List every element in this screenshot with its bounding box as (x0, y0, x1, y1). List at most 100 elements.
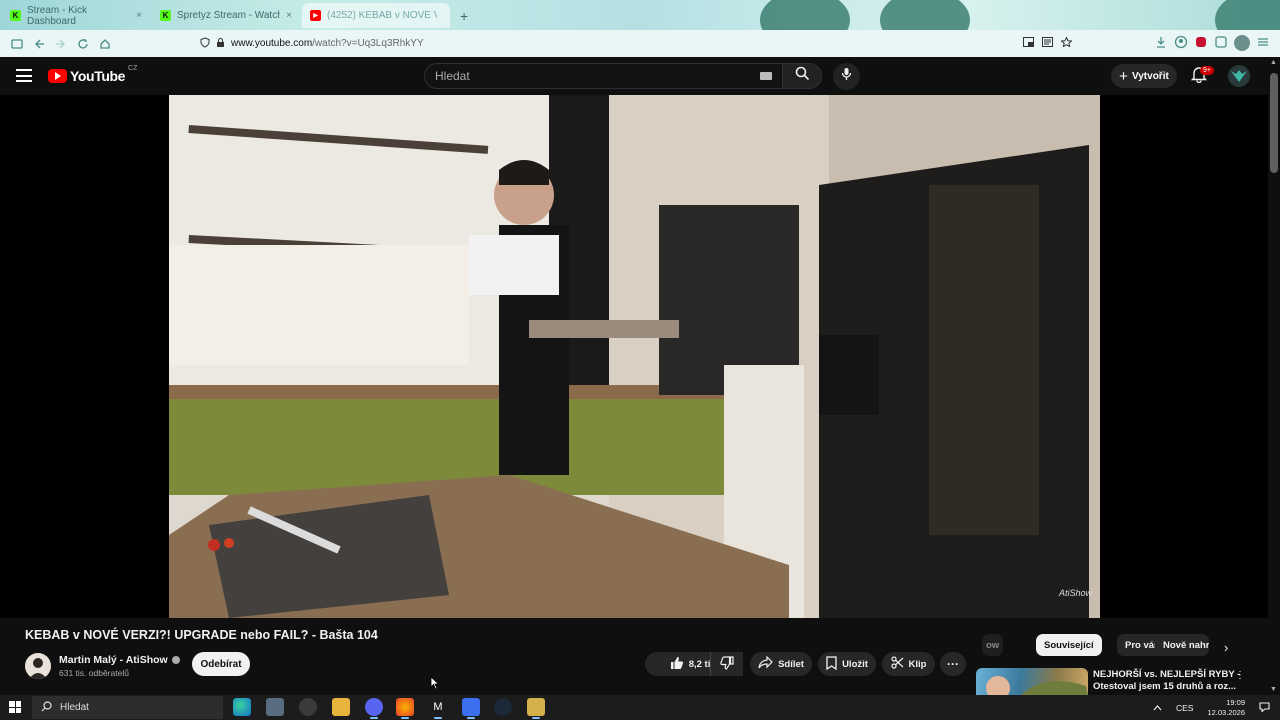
firefox-icon[interactable] (396, 698, 414, 719)
home-icon[interactable] (94, 33, 116, 55)
dislike-button[interactable] (710, 652, 743, 676)
tab-label: Spretyz Stream - Watch Live (177, 10, 281, 21)
verified-badge-icon (171, 656, 180, 664)
subscribe-button[interactable]: Odebírat (192, 652, 250, 676)
more-actions-button[interactable]: ··· (940, 652, 966, 676)
chip-partial[interactable]: ow (982, 634, 1004, 656)
chevron-up-icon[interactable] (1153, 703, 1162, 713)
chevron-right-icon[interactable]: › (1224, 640, 1228, 655)
save-button[interactable]: Uložit (818, 652, 876, 676)
new-tab-button[interactable]: + (452, 3, 476, 28)
taskbar-search-input[interactable]: Hledat (32, 696, 223, 719)
search-button[interactable] (782, 63, 822, 89)
clock-time: 19:09 (1226, 697, 1245, 707)
edge-icon[interactable] (233, 698, 251, 716)
related-video-item[interactable]: NEJHORŠÍ vs. NEJLEPŠÍ RYBY - Otestoval j… (976, 668, 1268, 695)
subscriber-count: 631 tis. odběratelů (59, 668, 129, 678)
more-vertical-icon[interactable]: ⋮ (1235, 670, 1245, 681)
scrollbar-thumb[interactable] (1270, 73, 1278, 173)
notes-icon[interactable] (527, 698, 545, 719)
menu-icon[interactable] (1256, 35, 1270, 54)
clip-label: Klip (908, 658, 927, 670)
obs-icon[interactable] (299, 698, 317, 716)
youtube-logo[interactable]: YouTube CZ (48, 65, 138, 84)
share-button[interactable]: Sdílet (750, 652, 812, 676)
theme-decoration (880, 0, 970, 30)
more-horizontal-icon: ··· (947, 657, 959, 671)
folder-icon[interactable] (332, 698, 350, 716)
extension-icon[interactable] (1214, 35, 1228, 54)
tab-label: Stream - Kick Dashboard (27, 4, 88, 27)
address-bar[interactable]: www.youtube.com /watch?v=Uq3Lq3RhkYY (200, 33, 1080, 54)
scissors-icon (890, 656, 904, 672)
url-host: www.youtube.com (231, 38, 313, 49)
language-indicator[interactable]: CES (1176, 703, 1193, 713)
related-filter-chips: ow Související Pro vás Nově nahr (982, 633, 1242, 657)
reload-icon[interactable] (72, 33, 94, 55)
search-input[interactable]: Hledat (424, 63, 782, 89)
kitchen-scene (169, 95, 1100, 618)
app-m-icon[interactable]: M (429, 698, 447, 719)
microphone-icon (841, 67, 852, 86)
discord-icon[interactable] (365, 698, 383, 719)
browser-tab-bar: K Stream - Kick Dashboard × K Spretyz St… (0, 0, 1280, 30)
search-icon (795, 66, 810, 86)
country-code: CZ (128, 65, 138, 72)
tab-label: (4252) KEBAB v NOVÉ VERZ (327, 10, 437, 21)
user-avatar[interactable] (1228, 65, 1250, 87)
scroll-up-icon[interactable]: ▲ (1270, 59, 1277, 66)
create-label: Vytvořit (1131, 70, 1169, 82)
share-label: Sdílet (778, 658, 804, 670)
channel-owner: Martin Malý - AtiShow 631 tis. odběratel… (25, 651, 180, 681)
bookmark-icon (826, 655, 837, 673)
profile-avatar[interactable] (1234, 35, 1250, 51)
picture-in-picture-icon[interactable] (1023, 37, 1034, 50)
channel-avatar[interactable] (25, 653, 51, 679)
back-icon[interactable] (28, 33, 50, 55)
tab-kick-dashboard[interactable]: K Stream - Kick Dashboard × (2, 3, 150, 28)
close-icon[interactable]: × (136, 10, 142, 21)
windows-taskbar: Hledat M CES 19:09 12.03.2026 (0, 695, 1280, 720)
video-thumbnail[interactable] (976, 668, 1088, 695)
search-placeholder: Hledat (435, 69, 470, 83)
steam-icon[interactable] (494, 698, 512, 716)
sidebar-toggle-icon[interactable] (6, 33, 28, 55)
file-explorer-alt-icon[interactable] (266, 698, 284, 716)
video-frame[interactable]: AtiShow (169, 95, 1100, 618)
related-video-title[interactable]: NEJHORŠÍ vs. NEJLEPŠÍ RYBY - Otestoval j… (1093, 669, 1243, 693)
video-player[interactable]: AtiShow (0, 95, 1268, 618)
url-path: /watch?v=Uq3Lq3RhkYY (312, 38, 424, 49)
chip-new-uploads[interactable]: Nově nahr (1155, 634, 1209, 656)
shield-icon (200, 36, 210, 51)
scroll-down-icon[interactable]: ▼ (1270, 686, 1277, 693)
close-icon[interactable]: × (286, 10, 292, 21)
app-blue-icon[interactable] (462, 698, 480, 719)
mouse-cursor (430, 676, 440, 695)
bookmark-star-icon[interactable] (1060, 36, 1073, 50)
page-scrollbar[interactable]: ▲ ▼ (1268, 57, 1280, 695)
reader-view-icon[interactable] (1042, 37, 1053, 50)
channel-name[interactable]: Martin Malý - AtiShow (59, 654, 180, 666)
create-button[interactable]: + Vytvořit (1111, 64, 1177, 88)
notification-center-icon[interactable] (1259, 701, 1270, 714)
clock-date: 12.03.2026 (1207, 707, 1245, 717)
tab-spretyz-stream[interactable]: K Spretyz Stream - Watch Live × (152, 3, 300, 28)
theme-decoration (760, 0, 850, 30)
system-tray: CES 19:09 12.03.2026 (1153, 695, 1270, 720)
keyboard-icon[interactable] (760, 72, 772, 80)
forward-icon[interactable] (50, 33, 72, 55)
voice-search-button[interactable] (833, 63, 860, 90)
windows-start-icon[interactable] (9, 701, 21, 713)
clip-button[interactable]: Klip (882, 652, 935, 676)
video-title: KEBAB v NOVÉ VERZI?! UPGRADE nebo FAIL? … (25, 628, 378, 642)
logo-text: YouTube (70, 68, 126, 84)
downloads-icon[interactable] (1154, 35, 1168, 54)
clock[interactable]: 19:09 12.03.2026 (1207, 698, 1245, 718)
share-icon (758, 655, 773, 672)
hamburger-menu-icon[interactable] (16, 69, 32, 82)
extension-icon[interactable] (1194, 35, 1208, 54)
tab-youtube-video[interactable]: ▶ (4252) KEBAB v NOVÉ VERZ (302, 3, 450, 28)
chip-related[interactable]: Související (1036, 634, 1102, 656)
account-icon[interactable] (1174, 35, 1188, 54)
youtube-header: YouTube CZ Hledat + Vytvořit 9+ (0, 57, 1268, 95)
